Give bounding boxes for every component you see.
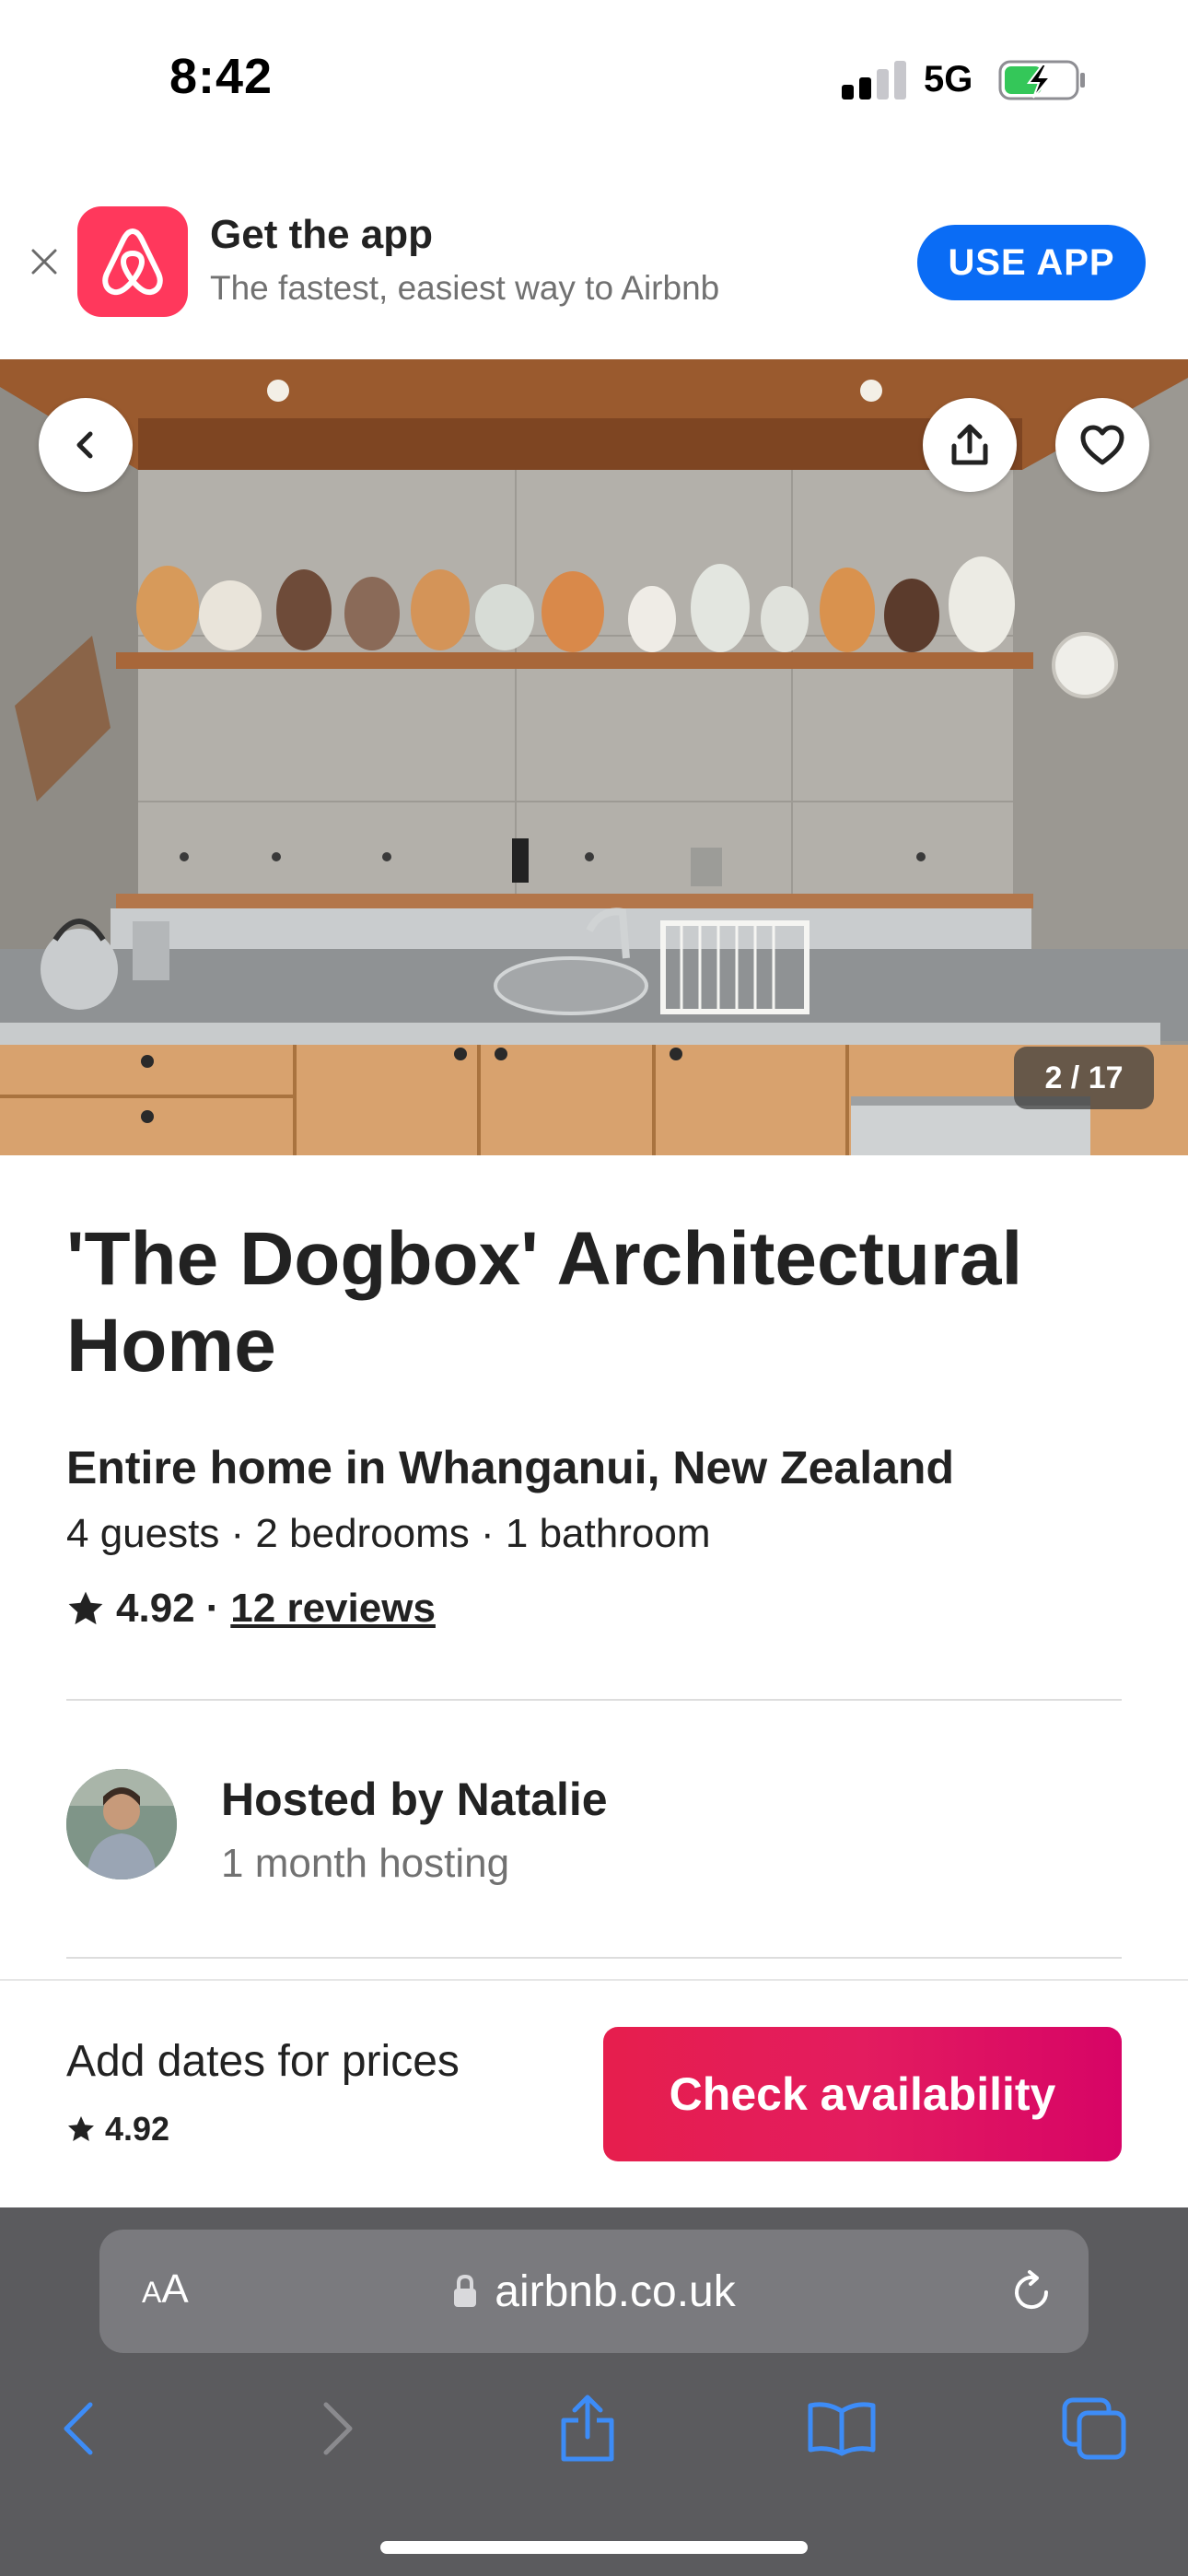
browser-forward-button[interactable] <box>300 2392 374 2465</box>
battery-charging-icon <box>998 60 1085 100</box>
url-display[interactable]: airbnb.co.uk <box>99 2230 1089 2353</box>
host-name: Hosted by Natalie <box>221 1774 608 1825</box>
banner-title: Get the app <box>210 212 434 257</box>
rating-row: 4.92 · 12 reviews <box>66 1583 436 1634</box>
lock-icon <box>454 2274 477 2307</box>
star-icon <box>68 2116 94 2141</box>
use-app-button[interactable]: USE APP <box>917 225 1146 300</box>
host-photo <box>66 1769 177 1879</box>
signal-icon <box>842 59 908 100</box>
chevron-left-icon <box>76 431 93 459</box>
status-time: 8:42 <box>169 49 274 104</box>
footer-rating-value: 4.92 <box>105 2110 170 2148</box>
back-button[interactable] <box>39 398 133 492</box>
home-indicator <box>380 2541 808 2554</box>
star-icon <box>68 1591 103 1625</box>
close-icon[interactable] <box>28 245 61 278</box>
reviews-link[interactable]: 12 reviews <box>230 1586 436 1632</box>
price-label: Add dates for prices <box>66 2037 460 2086</box>
listing-photo[interactable]: 2 / 17 <box>0 359 1188 1155</box>
share-button[interactable] <box>923 398 1017 492</box>
booking-footer: Add dates for prices 4.92 Check availabi… <box>0 1979 1188 2207</box>
rating-separator: · <box>205 1586 220 1631</box>
divider <box>66 1699 1122 1701</box>
address-bar[interactable]: AA airbnb.co.uk <box>99 2230 1089 2353</box>
check-availability-button[interactable]: Check availability <box>603 2027 1122 2161</box>
book-icon <box>808 2402 876 2456</box>
airbnb-logo <box>77 206 188 317</box>
network-type: 5G <box>924 59 973 100</box>
divider <box>66 1957 1122 1959</box>
listing-location: Entire home in Whanganui, New Zealand <box>66 1442 954 1493</box>
save-to-wishlist-button[interactable] <box>1055 398 1149 492</box>
bookmarks-button[interactable] <box>805 2392 879 2465</box>
heart-icon <box>1080 425 1124 465</box>
tabs-icon <box>1062 2397 1126 2460</box>
footer-rating: 4.92 <box>66 2110 169 2149</box>
rating-value: 4.92 <box>116 1586 195 1631</box>
url-text: airbnb.co.uk <box>495 2266 736 2316</box>
share-icon <box>951 424 988 465</box>
browser-toolbar: AA airbnb.co.uk <box>0 2207 1188 2576</box>
share-icon <box>561 2395 614 2462</box>
browser-back-button[interactable] <box>42 2392 116 2465</box>
photo-counter: 2 / 17 <box>1014 1047 1154 1109</box>
reload-icon[interactable] <box>1007 2268 1055 2316</box>
chevron-left-icon <box>64 2402 93 2455</box>
get-app-banner: Get the app The fastest, easiest way to … <box>0 175 1188 359</box>
listing-title: 'The Dogbox' Architectural Home <box>66 1217 1023 1388</box>
tabs-button[interactable] <box>1057 2392 1131 2465</box>
listing-capacity: 4 guests · 2 bedrooms · 1 bathroom <box>66 1511 711 1556</box>
banner-subtitle: The fastest, easiest way to Airbnb <box>210 269 720 307</box>
host-duration: 1 month hosting <box>221 1841 510 1886</box>
browser-share-button[interactable] <box>551 2392 624 2465</box>
kitchen-photo <box>0 359 1188 1155</box>
host-avatar[interactable] <box>66 1769 177 1879</box>
airbnb-belo-icon <box>102 228 163 296</box>
status-bar: 8:42 5G <box>0 0 1188 175</box>
chevron-right-icon <box>323 2402 353 2455</box>
